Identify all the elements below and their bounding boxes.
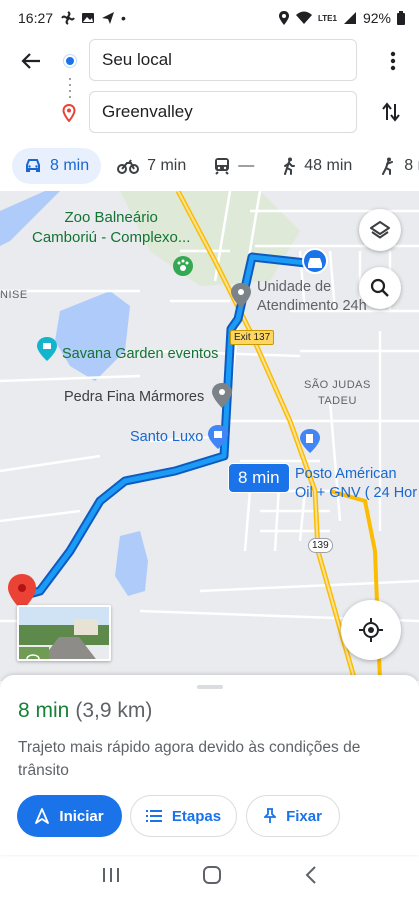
more-options-button[interactable]: [381, 47, 405, 75]
mode-ride-label: 8 m: [404, 157, 419, 174]
label-nise: NISE: [0, 289, 28, 301]
arrow-left-icon: [21, 53, 40, 69]
mode-car-tab[interactable]: 8 min: [12, 148, 102, 184]
swap-button[interactable]: [377, 98, 405, 126]
label-pedra[interactable]: Pedra Fina Mármores: [64, 389, 204, 405]
location-icon: [279, 11, 289, 25]
send-icon: [102, 12, 115, 24]
status-time: 16:27: [18, 10, 54, 26]
list-icon: [145, 810, 162, 822]
recent-apps-icon: [102, 868, 119, 882]
route-summary: 8 min (3,9 km): [18, 699, 152, 723]
destination-pin-icon: [62, 104, 76, 122]
more-vert-icon: [390, 51, 396, 71]
mode-walk-tab[interactable]: 48 min: [270, 148, 364, 184]
label-exit-137: Exit 137: [230, 330, 275, 345]
route-dots: [69, 78, 71, 100]
street-view-image: [19, 607, 109, 659]
mode-motorcycle-label: 7 min: [147, 157, 187, 174]
home-icon: [203, 866, 222, 884]
mode-motorcycle-tab[interactable]: 7 min: [105, 148, 198, 184]
back-nav-button[interactable]: [304, 865, 318, 890]
label-santo-luxo[interactable]: Santo Luxo: [130, 429, 203, 445]
my-location-icon: [359, 618, 383, 642]
battery-percent: 92%: [362, 10, 391, 26]
layers-button[interactable]: [359, 209, 401, 251]
my-location-button[interactable]: [341, 600, 401, 660]
pin-label: Fixar: [286, 807, 322, 825]
layers-icon: [370, 221, 390, 239]
route-time-bubble[interactable]: 8 min: [228, 463, 290, 493]
steps-button[interactable]: Etapas: [130, 795, 237, 837]
home-button[interactable]: [202, 865, 222, 890]
ride-icon: [382, 157, 394, 175]
search-map-button[interactable]: [359, 267, 401, 309]
network-label: LTE1: [318, 13, 337, 23]
label-posto[interactable]: Posto Américan Oil + GNV ( 24 Hor: [295, 465, 417, 503]
label-savana[interactable]: Savana Garden eventos: [62, 346, 218, 362]
fan-icon: [61, 11, 75, 25]
pin-icon: [264, 808, 277, 823]
mode-walk-label: 48 min: [304, 157, 353, 174]
status-bar: 16:27 • LTE1 92%: [0, 0, 419, 36]
navigation-icon: [35, 808, 50, 824]
start-button[interactable]: Iniciar: [17, 795, 122, 837]
image-icon: [82, 13, 95, 23]
directions-header: Seu local Greenvalley: [0, 36, 419, 141]
train-icon: [215, 158, 230, 175]
system-navigation-bar: [0, 855, 419, 900]
mode-transit-label: —: [238, 157, 255, 174]
steps-label: Etapas: [171, 807, 222, 825]
label-unidade[interactable]: Unidade de Atendimento 24h: [257, 278, 367, 316]
destination-input[interactable]: Greenvalley: [89, 91, 357, 133]
mode-car-label: 8 min: [50, 157, 90, 174]
street-view-thumbnail[interactable]: [17, 605, 111, 661]
origin-input[interactable]: Seu local: [89, 39, 357, 81]
motorcycle-icon: [117, 159, 140, 174]
recent-apps-button[interactable]: [101, 866, 121, 889]
eta-distance: (3,9 km): [75, 699, 153, 722]
back-nav-icon: [305, 866, 316, 884]
route-description: Trajeto mais rápido agora devido às cond…: [18, 739, 361, 779]
label-route-139: 139: [308, 538, 333, 553]
start-label: Iniciar: [59, 807, 104, 825]
eta-time: 8 min: [18, 699, 70, 722]
walk-icon: [284, 157, 296, 175]
pin-button[interactable]: Fixar: [246, 795, 340, 837]
mode-transit-tab[interactable]: —: [202, 148, 266, 184]
wifi-icon: [296, 11, 312, 24]
search-icon: [370, 278, 389, 297]
back-button[interactable]: [14, 44, 48, 78]
route-sheet: 8 min (3,9 km) Trajeto mais rápido agora …: [0, 675, 419, 855]
label-zoo[interactable]: Zoo Balneário Camboriú - Complexo...: [32, 208, 190, 248]
swap-vert-icon: [382, 102, 400, 122]
dot-icon: •: [121, 10, 126, 26]
label-sao-judas: SÃO JUDAS TADEU: [304, 379, 371, 407]
origin-dot-icon: [64, 55, 76, 67]
travel-modes: 8 min 7 min — 48 min 8 m: [0, 141, 419, 191]
car-icon: [26, 159, 40, 172]
signal-icon: [343, 12, 356, 24]
mode-ride-tab[interactable]: 8 m: [368, 148, 419, 184]
sheet-drag-handle[interactable]: [197, 685, 223, 689]
battery-icon: [397, 11, 405, 25]
map-view[interactable]: Zoo Balneário Camboriú - Complexo... Uni…: [0, 191, 419, 681]
